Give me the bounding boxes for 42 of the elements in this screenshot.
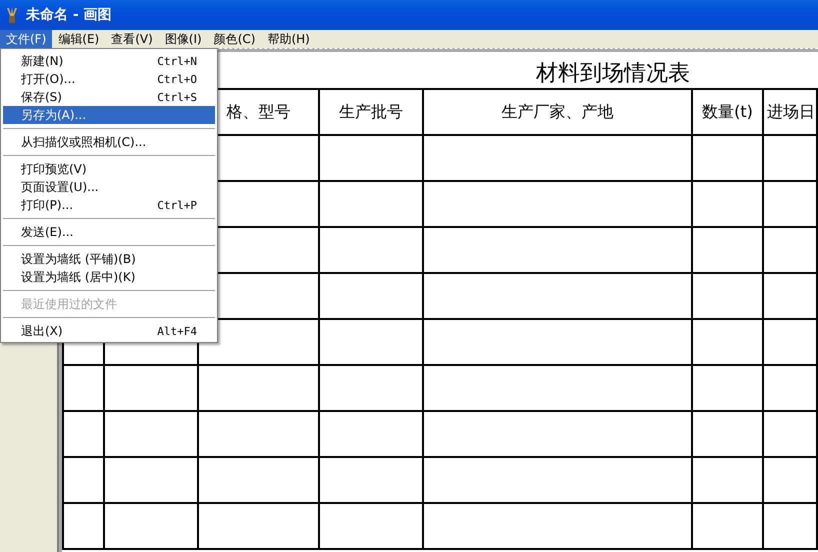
menu-bar-item[interactable]: 文件(F) [0,30,52,48]
paint-brush-icon[interactable] [4,6,20,24]
menu-item[interactable]: 打开(O)... Ctrl+O [3,70,215,88]
menu-bar-item[interactable]: 编辑(E) [52,30,106,48]
table-cell [764,136,818,182]
menu-item[interactable]: 发送(E)... [3,223,215,241]
table-cell [693,366,764,412]
menu-item[interactable]: 从扫描仪或照相机(C)... [3,133,215,151]
table-header-cell: 生产批号 [320,90,424,136]
table-cell [764,504,818,550]
menu-item[interactable]: 打印预览(V) [3,160,215,178]
menu-item[interactable]: 页面设置(U)... [3,178,215,196]
table-cell [764,458,818,504]
table-cell [764,366,818,412]
menu-item[interactable]: 新建(N) Ctrl+N [3,52,215,70]
table-cell [693,182,764,228]
table-header-cell: 生产厂家、产地 [424,90,693,136]
menu-bar-item[interactable]: 图像(I) [158,30,208,48]
table-cell [693,412,764,458]
menu-item[interactable]: 设置为墙纸 (居中)(K) [3,268,215,286]
menu-bar-item[interactable]: 查看(V) [105,30,159,48]
table-cell [764,228,818,274]
table-cell [693,504,764,550]
menu-item[interactable]: 设置为墙纸 (平铺)(B) [3,250,215,268]
table-cell [764,182,818,228]
table-cell [693,274,764,320]
table-cell [764,274,818,320]
table-cell [693,320,764,366]
table-cell [764,412,818,458]
menu-item[interactable]: 另存为(A)... [3,106,215,124]
table-header-cell: 数量(t) [693,90,764,136]
table-title: 材料到场情况表 [536,60,690,88]
menu-item[interactable]: 退出(X) Alt+F4 [3,322,215,340]
menu-bar-item[interactable]: 帮助(H) [261,30,316,48]
table-cell [693,136,764,182]
table-cell [764,320,818,366]
table-cell [693,458,764,504]
table-header-cell: 进场日 [764,90,818,136]
menu-item[interactable]: 打印(P)... Ctrl+P [3,196,215,214]
menu-bar-item[interactable]: 颜色(C) [208,30,262,48]
window-title: 未命名 - 画图 [26,6,112,24]
table-cell [693,228,764,274]
